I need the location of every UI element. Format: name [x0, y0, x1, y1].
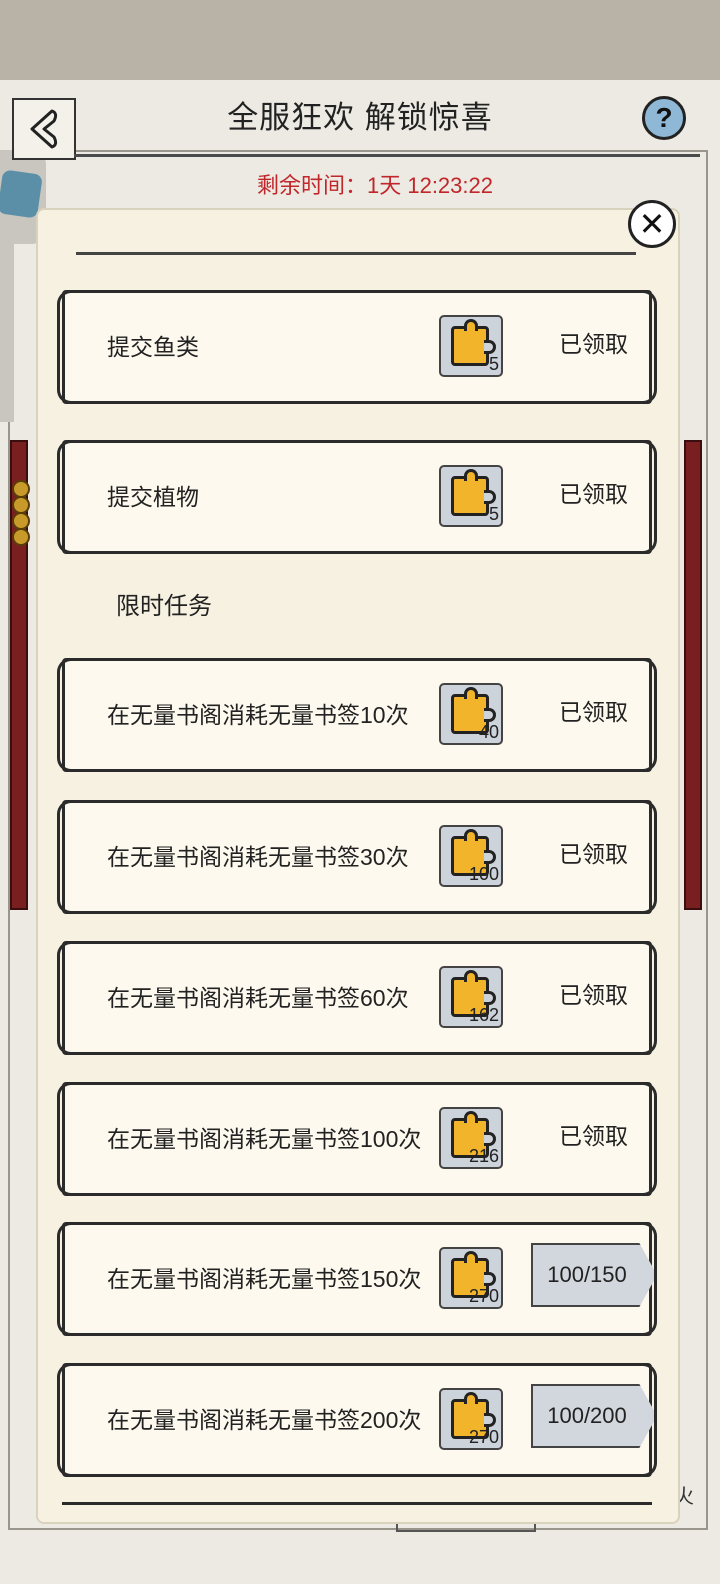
- task-card: 提交植物 5 已领取: [57, 440, 657, 554]
- coin-icon: [12, 528, 30, 546]
- reward-puzzle-icon[interactable]: 270: [439, 1388, 503, 1450]
- claimed-status: 已领取: [559, 841, 628, 867]
- claimed-status: 已领取: [559, 331, 628, 357]
- reward-count: 216: [468, 1146, 499, 1166]
- reward-puzzle-icon[interactable]: 5: [439, 465, 503, 527]
- task-progress: 100/200: [531, 1384, 657, 1448]
- puzzle-piece-icon: [451, 469, 496, 516]
- section-title: 限时任务: [116, 593, 212, 620]
- task-card: 在无量书阁消耗无量书签200次 270 100/200: [57, 1363, 657, 1477]
- claimed-status: 已领取: [559, 1123, 628, 1149]
- next-task-card-edge: [62, 1502, 652, 1522]
- task-name: 提交鱼类: [107, 334, 199, 360]
- puzzle-piece-icon: [451, 319, 496, 366]
- reward-puzzle-icon[interactable]: 270: [439, 1247, 503, 1309]
- close-icon[interactable]: ✕: [628, 200, 676, 248]
- reward-puzzle-icon[interactable]: 100: [439, 825, 503, 887]
- claimed-status: 已领取: [559, 982, 628, 1008]
- reward-count: 162: [468, 1005, 499, 1025]
- task-card: 在无量书阁消耗无量书签60次 162 已领取: [57, 941, 657, 1055]
- task-name: 提交植物: [107, 484, 199, 510]
- reward-puzzle-icon[interactable]: 216: [439, 1107, 503, 1169]
- reward-count: 100: [468, 864, 499, 884]
- task-card: 在无量书阁消耗无量书签10次 40 已领取: [57, 658, 657, 772]
- reward-puzzle-icon[interactable]: 40: [439, 683, 503, 745]
- reward-count: 40: [478, 722, 499, 742]
- task-modal: 提交鱼类 5 已领取 提交植物 5 已领取 限时任务 在无量书阁消耗无量书签10…: [38, 210, 678, 1522]
- reward-puzzle-icon[interactable]: 5: [439, 315, 503, 377]
- reward-count: 5: [488, 354, 499, 374]
- claimed-status: 已领取: [559, 699, 628, 725]
- task-name: 在无量书阁消耗无量书签150次: [107, 1266, 422, 1292]
- task-card: 在无量书阁消耗无量书签150次 270 100/150: [57, 1222, 657, 1336]
- reward-puzzle-icon[interactable]: 162: [439, 966, 503, 1028]
- claimed-status: 已领取: [559, 481, 628, 507]
- reward-count: 270: [468, 1286, 499, 1306]
- task-name: 在无量书阁消耗无量书签60次: [107, 985, 409, 1011]
- side-strip: [0, 240, 14, 422]
- task-name: 在无量书阁消耗无量书签200次: [107, 1407, 422, 1433]
- scroll-pillar-right: [684, 440, 702, 910]
- countdown-timer: 剩余时间：1天 12:23:22: [257, 173, 493, 198]
- page-title: 全服狂欢 解锁惊喜: [227, 100, 493, 135]
- reward-count: 270: [468, 1427, 499, 1447]
- task-card: 在无量书阁消耗无量书签100次 216 已领取: [57, 1082, 657, 1196]
- task-name: 在无量书阁消耗无量书签30次: [107, 844, 409, 870]
- task-progress: 100/150: [531, 1243, 657, 1307]
- header-divider: [74, 154, 700, 157]
- task-card: 在无量书阁消耗无量书签30次 100 已领取: [57, 800, 657, 914]
- task-card: 提交鱼类 5 已领取: [57, 290, 657, 404]
- task-name: 在无量书阁消耗无量书签100次: [107, 1126, 422, 1152]
- reward-count: 5: [488, 504, 499, 524]
- task-name: 在无量书阁消耗无量书签10次: [107, 702, 409, 728]
- modal-divider: [76, 252, 636, 255]
- help-icon[interactable]: ?: [642, 96, 686, 140]
